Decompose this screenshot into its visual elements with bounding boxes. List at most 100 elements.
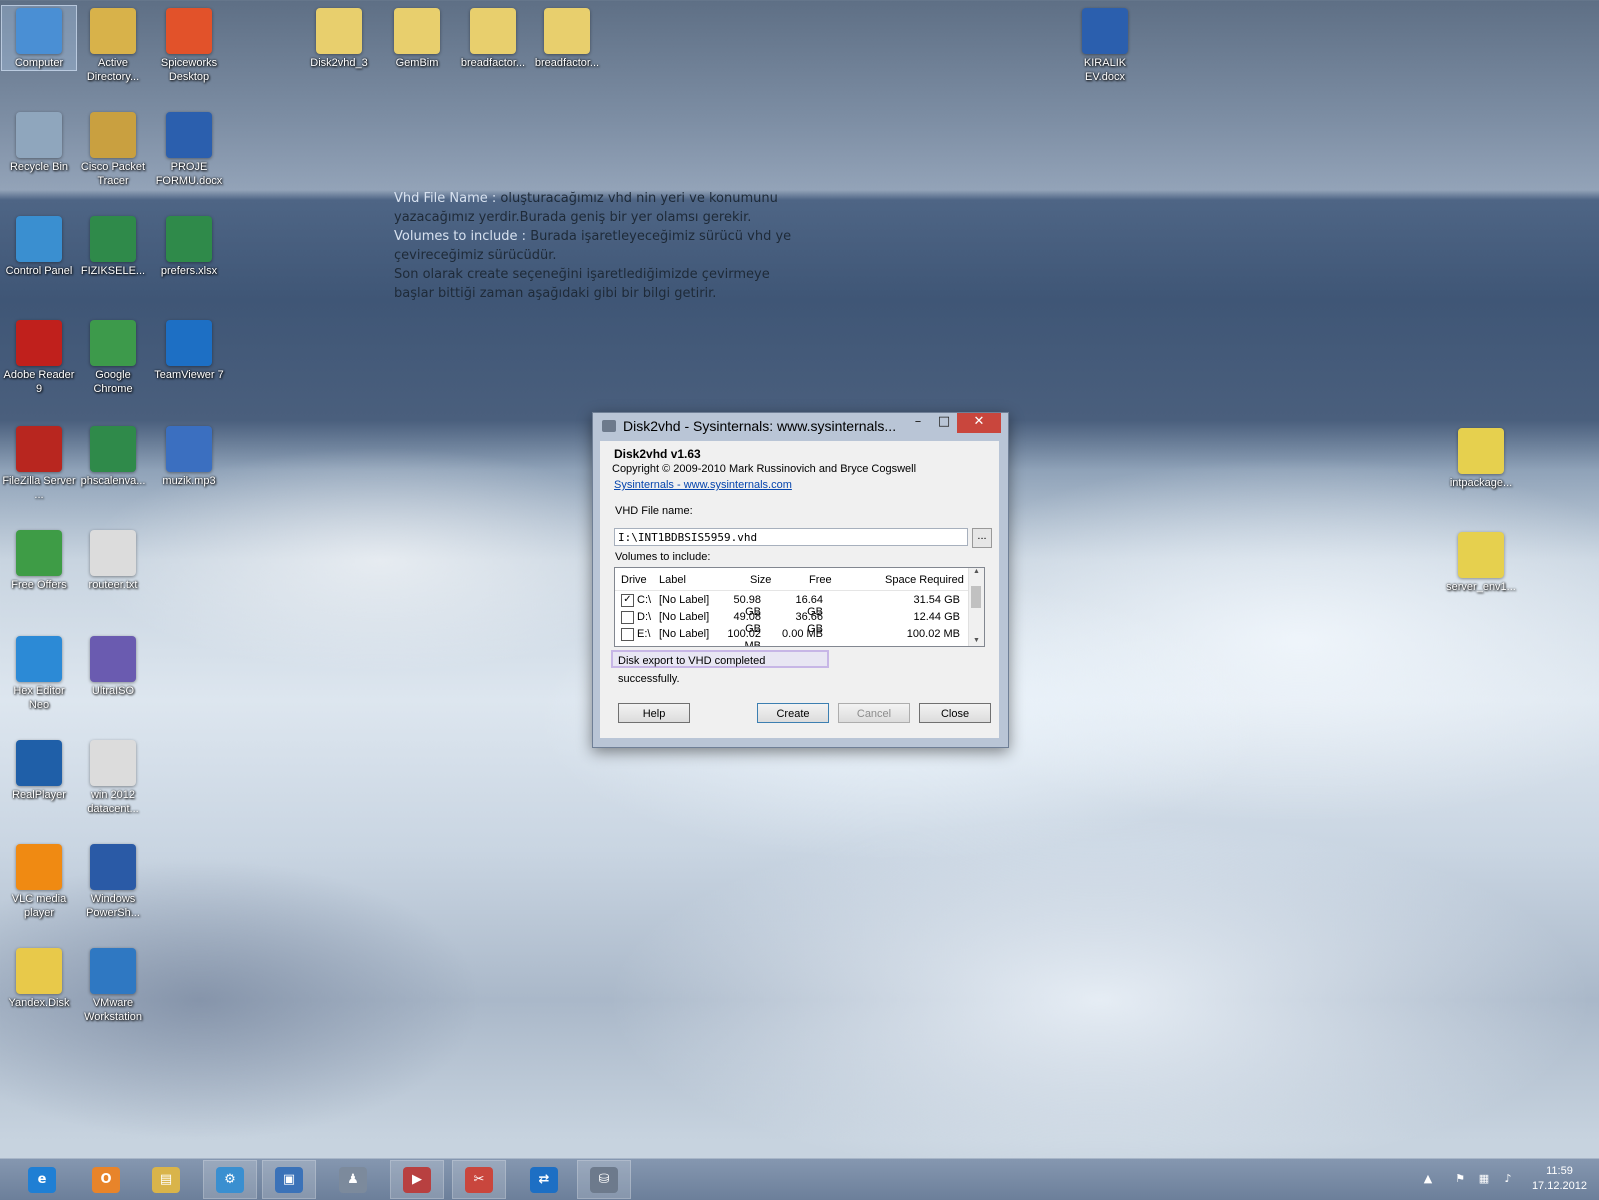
desktop-icon[interactable]: RealPlayer bbox=[2, 738, 76, 802]
desktop-icon[interactable]: breadfactor... bbox=[456, 6, 530, 70]
taskbar-button[interactable]: e bbox=[16, 1161, 68, 1198]
network-icon[interactable]: ▦ bbox=[1477, 1172, 1491, 1186]
col-size[interactable]: Size bbox=[750, 574, 771, 586]
volumes-to-include-label: Volumes to include: bbox=[615, 551, 711, 563]
volume-drive: D:\ bbox=[637, 611, 652, 623]
realplayer-icon bbox=[16, 740, 62, 786]
desktop-icon-label: Recycle Bin bbox=[9, 161, 69, 173]
help-button[interactable]: Help bbox=[618, 703, 690, 723]
desktop-icon[interactable]: intpackage... bbox=[1444, 426, 1518, 490]
gift-icon bbox=[16, 530, 62, 576]
desktop-icon[interactable]: Yandex.Disk bbox=[2, 946, 76, 1010]
desktop-icon[interactable]: Disk2vhd_3 bbox=[302, 6, 376, 70]
col-label[interactable]: Label bbox=[659, 574, 686, 586]
desktop-icon[interactable]: win 2012 datacent... bbox=[76, 738, 150, 816]
volume-checkbox[interactable]: ✓ bbox=[621, 594, 634, 607]
scroll-down-icon[interactable]: ▼ bbox=[969, 637, 984, 644]
volume-label: [No Label] bbox=[659, 628, 710, 640]
taskbar-button[interactable]: ♟ bbox=[327, 1161, 379, 1198]
taskbar-button[interactable]: ▣ bbox=[262, 1160, 316, 1199]
desktop-icon[interactable]: FileZilla Server ... bbox=[2, 424, 76, 502]
taskbar-button[interactable]: ⛁ bbox=[577, 1160, 631, 1199]
col-space-required[interactable]: Space Required bbox=[885, 574, 964, 586]
desktop-icon[interactable]: phscalenva... bbox=[76, 424, 150, 488]
taskbar-button[interactable]: ▶ bbox=[390, 1160, 444, 1199]
volume-row[interactable]: ✓ C:\ [No Label] 50.98 GB 16.64 GB 31.54 GB bbox=[615, 592, 969, 618]
desktop-icon[interactable]: Google Chrome bbox=[76, 318, 150, 396]
taskbar-button[interactable]: ⇄ bbox=[518, 1161, 570, 1198]
desktop-icon[interactable]: Active Directory... bbox=[76, 6, 150, 84]
taskbar-button[interactable]: O bbox=[80, 1161, 132, 1198]
recycle-bin-icon bbox=[16, 112, 62, 158]
desktop-icon-label: win 2012 datacent... bbox=[87, 789, 139, 815]
desktop-icon[interactable]: Cisco Packet Tracer bbox=[76, 110, 150, 188]
desktop-icon-label: VMware Workstation bbox=[84, 997, 142, 1023]
volumes-scrollbar[interactable]: ▲ ▼ bbox=[968, 568, 984, 646]
minimize-button[interactable]: – bbox=[905, 413, 931, 433]
yandex-disk-icon bbox=[16, 948, 62, 994]
desktop-icon[interactable]: GemBim bbox=[380, 6, 454, 70]
scroll-up-icon[interactable]: ▲ bbox=[969, 568, 984, 575]
clock[interactable]: 11:59 17.12.2012 bbox=[1532, 1164, 1587, 1194]
taskbar-button[interactable]: ✂ bbox=[452, 1160, 506, 1199]
desktop-icon[interactable]: Spiceworks Desktop bbox=[152, 6, 226, 84]
desktop-icon[interactable]: breadfactor... bbox=[530, 6, 604, 70]
desktop-icon[interactable]: Control Panel bbox=[2, 214, 76, 278]
desktop-icon[interactable]: Hex Editor Neo bbox=[2, 634, 76, 712]
action-center-icon[interactable]: ⚑ bbox=[1453, 1172, 1467, 1186]
desktop-icon[interactable]: PROJE FORMU.docx bbox=[152, 110, 226, 188]
close-window-button[interactable]: ✕ bbox=[957, 413, 1001, 433]
desktop-icon[interactable]: routeer.txt bbox=[76, 528, 150, 592]
sysinternals-link[interactable]: Sysinternals - www.sysinternals.com bbox=[614, 479, 792, 491]
col-drive[interactable]: Drive bbox=[621, 574, 647, 586]
taskbar: e O ▤ ⚙ ▣ ♟ ▶ ✂ ⇄ ⛁ ▲ ⚑ ▦ ♪ 11:59 17.12.2012 bbox=[0, 1158, 1599, 1200]
close-button[interactable]: Close bbox=[919, 703, 991, 723]
volume-checkbox[interactable] bbox=[621, 628, 634, 641]
desktop-icon[interactable]: Adobe Reader 9 bbox=[2, 318, 76, 396]
volumes-list[interactable]: Drive Label Size Free Space Required ✓ C:… bbox=[614, 567, 985, 647]
browse-button[interactable]: ... bbox=[972, 528, 992, 548]
desktop-icon[interactable]: server_env1... bbox=[1444, 530, 1518, 594]
taskbar-button[interactable]: ⚙ bbox=[203, 1160, 257, 1199]
desktop-icon[interactable]: VMware Workstation bbox=[76, 946, 150, 1024]
vhd-file-name-input[interactable]: I:\INT1BDBSIS5959.vhd bbox=[614, 528, 968, 546]
desktop-icon[interactable]: KIRALIK EV.docx bbox=[1068, 6, 1142, 84]
scroll-thumb[interactable] bbox=[971, 586, 981, 608]
create-button[interactable]: Create bbox=[757, 703, 829, 723]
desktop-icon[interactable]: VLC media player bbox=[2, 842, 76, 920]
desktop-icon[interactable]: Free Offers bbox=[2, 528, 76, 592]
zip-folder-icon bbox=[544, 8, 590, 54]
desktop-icon[interactable]: prefers.xlsx bbox=[152, 214, 226, 278]
volume-checkbox[interactable] bbox=[621, 611, 634, 624]
excel-document-icon bbox=[90, 426, 136, 472]
desktop-icon[interactable]: TeamViewer 7 bbox=[152, 318, 226, 382]
desktop-icon-label: GemBim bbox=[395, 57, 439, 69]
maximize-button[interactable]: □ bbox=[931, 413, 957, 433]
show-hidden-icons-icon[interactable]: ▲ bbox=[1421, 1172, 1435, 1186]
desktop-icon-label: VLC media player bbox=[11, 893, 67, 919]
desktop-icon[interactable]: Computer bbox=[1, 5, 77, 71]
desktop-icon[interactable]: Recycle Bin bbox=[2, 110, 76, 174]
desktop-icon-label: Free Offers bbox=[11, 579, 67, 591]
col-free[interactable]: Free bbox=[809, 574, 832, 586]
volume-row[interactable]: E:\ [No Label] 100.02 MB 0.00 MB 100.02 MB bbox=[615, 626, 969, 646]
desktop-icon[interactable]: FIZIKSELE... bbox=[76, 214, 150, 278]
desktop-icon[interactable]: Windows PowerSh... bbox=[76, 842, 150, 920]
cancel-button: Cancel bbox=[838, 703, 910, 723]
control-panel-icon bbox=[16, 216, 62, 262]
taskbar-button[interactable]: ▤ bbox=[140, 1161, 192, 1198]
volume-row[interactable]: D:\ [No Label] 49.08 GB 36.66 GB 12.44 GB bbox=[615, 609, 969, 635]
desktop-icon-label: Hex Editor Neo bbox=[13, 685, 65, 711]
desktop-icon[interactable]: muzik.mp3 bbox=[152, 424, 226, 488]
volume-icon[interactable]: ♪ bbox=[1501, 1172, 1515, 1186]
teamviewer-icon bbox=[166, 320, 212, 366]
folder-icon bbox=[316, 8, 362, 54]
desktop-icon[interactable]: UltraISO bbox=[76, 634, 150, 698]
note-line6: başlar bittiği zaman aşağıdaki gibi bir … bbox=[394, 286, 717, 301]
volume-size: 100.02 MB bbox=[727, 628, 761, 647]
vmware-icon bbox=[90, 948, 136, 994]
desktop-icon-label: Cisco Packet Tracer bbox=[80, 161, 146, 187]
wizard-icon: ♟ bbox=[339, 1166, 367, 1193]
dialog-titlebar[interactable]: Disk2vhd - Sysinternals: www.sysinternal… bbox=[593, 413, 1008, 441]
mp3-file-icon bbox=[166, 426, 212, 472]
